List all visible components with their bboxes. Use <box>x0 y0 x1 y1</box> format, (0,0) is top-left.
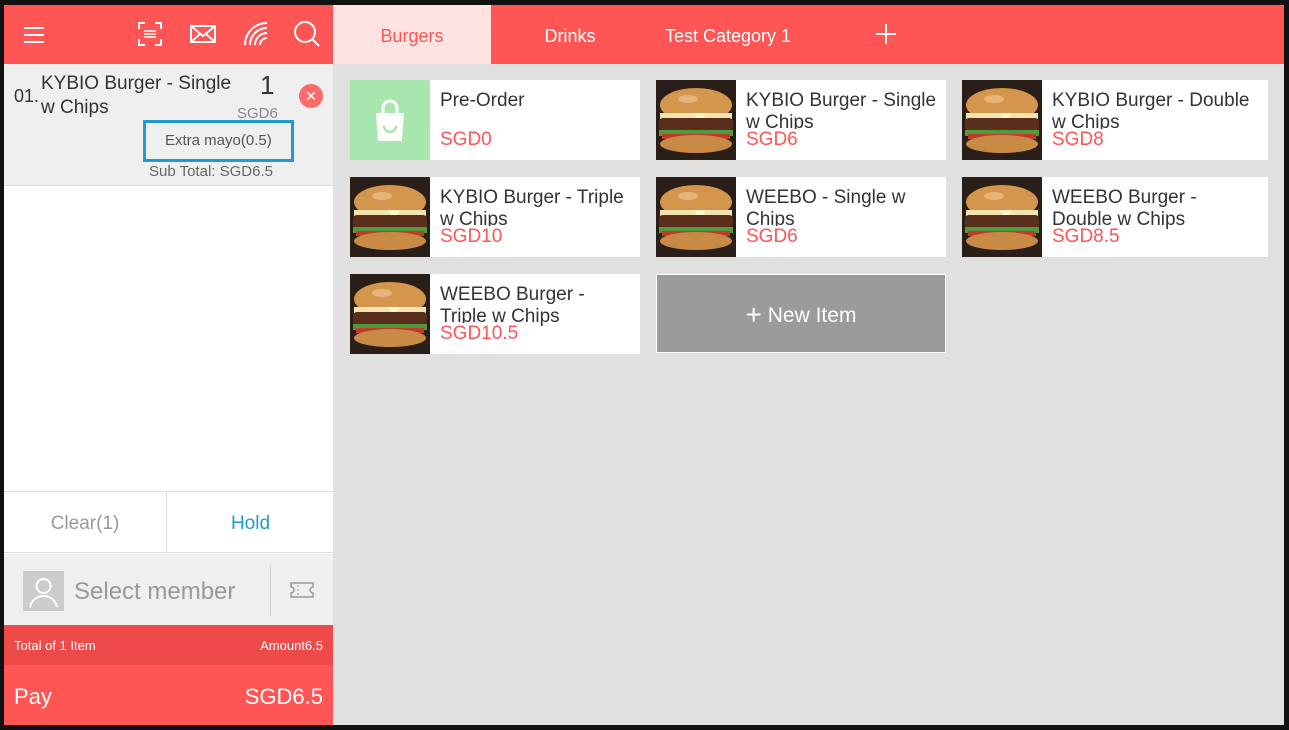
tab-burgers[interactable]: Burgers <box>333 5 491 64</box>
burger-photo <box>962 177 1042 257</box>
new-item-label: New Item <box>767 304 857 327</box>
product-card[interactable]: KYBIO Burger - Double w Chips SGD8 <box>962 80 1268 160</box>
order-modifier[interactable]: Extra mayo(0.5) <box>165 132 272 149</box>
total-items: Total of 1 Item <box>14 638 96 653</box>
plus-icon: + <box>745 299 762 330</box>
clear-button[interactable]: Clear(1) <box>4 492 167 553</box>
product-card[interactable]: WEEBO - Single w Chips SGD6 <box>656 177 946 257</box>
total-amount: Amount6.5 <box>260 638 323 653</box>
product-price: SGD6 <box>746 226 798 248</box>
burger-photo <box>350 177 430 257</box>
product-name: WEEBO Burger - Double w Chips <box>1052 187 1197 230</box>
category-tabs: Burgers Drinks Test Category 1 <box>333 5 1284 64</box>
divider <box>270 566 271 616</box>
order-index: 01. <box>14 86 40 106</box>
select-member-row[interactable]: Select member <box>4 554 333 625</box>
mail-icon[interactable] <box>188 19 218 49</box>
pos-app: 01. KYBIO Burger - Single w Chips 1 SGD6… <box>4 5 1284 725</box>
product-name: KYBIO Burger - Triple w Chips <box>440 187 624 230</box>
coupon-icon[interactable] <box>289 581 315 599</box>
new-item-button[interactable]: + New Item <box>656 274 946 353</box>
user-icon <box>29 578 58 608</box>
tab-test-category-1[interactable]: Test Category 1 <box>649 5 807 64</box>
product-name: KYBIO Burger - Double w Chips <box>1052 90 1250 133</box>
order-item-qty: 1 <box>260 70 275 100</box>
order-panel: 01. KYBIO Burger - Single w Chips 1 SGD6… <box>4 5 333 725</box>
product-price: SGD8.5 <box>1052 226 1120 248</box>
product-price: SGD6 <box>746 129 798 151</box>
hold-button[interactable]: Hold <box>168 492 333 553</box>
pay-button[interactable]: Pay SGD6.5 <box>4 665 333 725</box>
close-icon: ✕ <box>305 88 317 104</box>
scan-icon[interactable] <box>135 19 165 49</box>
product-price: SGD10.5 <box>440 323 519 345</box>
product-name: KYBIO Burger - Single w Chips <box>746 90 937 133</box>
avatar <box>23 571 64 611</box>
burger-photo <box>656 177 736 257</box>
product-card[interactable]: KYBIO Burger - Triple w Chips SGD10 <box>350 177 640 257</box>
product-price: SGD8 <box>1052 129 1104 151</box>
order-subtotal: Sub Total: SGD6.5 <box>149 163 273 180</box>
order-item-price: SGD6 <box>237 105 278 119</box>
total-bar: Total of 1 Item Amount6.5 <box>4 625 333 665</box>
product-price: SGD0 <box>440 129 492 151</box>
order-item-name: KYBIO Burger - Single w Chips <box>41 73 232 118</box>
remove-item-button[interactable]: ✕ <box>299 84 323 108</box>
search-icon[interactable] <box>292 19 322 49</box>
shopping-bag-icon <box>350 80 430 160</box>
product-name: Pre-Order <box>440 90 525 111</box>
burger-photo <box>656 80 736 160</box>
order-line-item[interactable]: 01. KYBIO Burger - Single w Chips 1 SGD6… <box>4 64 333 186</box>
product-card[interactable]: WEEBO Burger - Triple w Chips SGD10.5 <box>350 274 640 354</box>
menu-icon[interactable] <box>19 19 49 49</box>
left-header <box>4 5 333 64</box>
nfc-icon[interactable] <box>241 19 271 49</box>
pay-amount: SGD6.5 <box>244 684 323 709</box>
burger-photo <box>350 274 430 354</box>
product-name: WEEBO Burger - Triple w Chips <box>440 284 585 327</box>
burger-photo <box>962 80 1042 160</box>
select-member-label: Select member <box>74 578 236 605</box>
product-card[interactable]: Pre-Order SGD0 <box>350 80 640 160</box>
tab-drinks[interactable]: Drinks <box>491 5 649 64</box>
order-actions: Clear(1) Hold <box>4 491 333 553</box>
product-card[interactable]: WEEBO Burger - Double w Chips SGD8.5 <box>962 177 1268 257</box>
pay-label: Pay <box>14 684 52 709</box>
product-price: SGD10 <box>440 226 503 248</box>
product-card[interactable]: KYBIO Burger - Single w Chips SGD6 <box>656 80 946 160</box>
add-category-icon[interactable] <box>871 19 901 49</box>
product-name: WEEBO - Single w Chips <box>746 187 906 230</box>
